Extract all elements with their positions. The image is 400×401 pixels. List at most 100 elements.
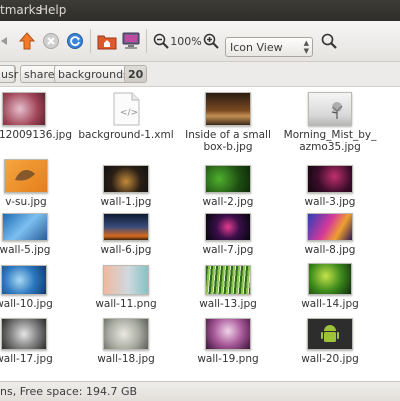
thumbnail-wall-8 [307,213,353,241]
toolbar-separator [90,29,91,53]
thumbnail-wall-1 [103,165,149,193]
thumbnail-mist-tree [308,92,352,126]
menu-help[interactable]: Help [39,3,66,17]
thumbnail-wall-10 [1,265,47,295]
file-name-line: Inside of a small [185,129,271,141]
file-item[interactable]: wall-18.jpg [78,318,174,365]
chevron-down-icon [1,37,7,45]
file-name: wall-19.png [197,353,259,365]
file-item[interactable]: wall-8.jpg [282,213,378,256]
file-name: background-1.xml [78,129,174,141]
file-item[interactable]: wall-6.jpg [78,213,174,256]
breadcrumb-usr[interactable]: usr [0,65,18,83]
file-item[interactable]: wall-19.png [180,318,276,365]
file-item[interactable]: 112009136.jpg [0,92,72,141]
home-folder-icon [97,35,117,50]
thumbnail-wall-6 [103,213,149,241]
file-name: wall-2.jpg [202,196,254,208]
thumbnail-leaves [2,92,46,126]
stop-button[interactable] [40,30,62,52]
menu-bar: tmarks Help [0,0,400,21]
file-item[interactable]: wall-10.jpg [0,265,72,310]
svg-text:</>: </> [120,108,138,118]
file-name: wall-5.jpg [0,244,51,256]
menu-bookmarks[interactable]: tmarks [0,3,42,17]
file-item[interactable]: Inside of a small box-b.jpg [180,92,276,153]
up-arrow-icon [19,32,35,50]
zoom-level[interactable]: 100% [170,30,201,52]
combo-arrows-icon: ▲ ▼ [303,39,309,55]
file-item[interactable]: wall-14.jpg [282,263,378,310]
file-name-line: box-b.jpg [203,141,253,153]
file-name: wall-3.jpg [304,196,356,208]
zoom-out-icon [153,33,169,49]
status-bar: ns, Free space: 194.7 GB [0,381,400,401]
file-item[interactable]: wall-5.jpg [0,213,73,256]
file-item[interactable]: wall-2.jpg [180,165,276,208]
home-button[interactable] [96,30,118,52]
path-bar: usr share backgrounds 20 [0,62,400,87]
file-name-line: azmo35.jpg [299,141,361,153]
file-item[interactable]: wall-11.png [78,265,174,310]
up-button[interactable] [16,30,38,52]
breadcrumb-share[interactable]: share [20,65,59,83]
xml-file-icon: </> [112,92,140,126]
file-icon-view: 112009136.jpg </> background-1.xml Insid… [0,87,400,381]
thumbnail-box [205,92,251,126]
breadcrumb-20[interactable]: 20 [124,65,148,83]
file-item[interactable]: v-su.jpg [0,159,74,208]
file-item[interactable]: wall-1.jpg [78,165,174,208]
thumbnail-wall-20 [307,318,353,350]
file-name-line: Morning_Mist_by_ [283,129,377,141]
breadcrumb-backgrounds[interactable]: backgrounds [54,65,133,83]
zoom-in-icon [203,33,219,49]
thumbnail-orange [4,159,48,193]
stop-icon [43,33,59,49]
file-item[interactable]: Morning_Mist_by_ azmo35.jpg [282,92,378,153]
thumbnail-wall-19 [205,318,251,350]
file-name: 112009136.jpg [0,129,72,141]
file-item[interactable]: wall-7.jpg [180,213,276,256]
file-name: wall-17.jpg [0,353,53,365]
reload-icon [67,33,83,49]
status-text: ns, Free space: 194.7 GB [0,385,138,398]
file-name: wall-18.jpg [97,353,155,365]
file-name: wall-1.jpg [100,196,152,208]
file-item[interactable]: wall-17.jpg [0,318,72,365]
file-name: wall-20.jpg [301,353,359,365]
file-name: wall-8.jpg [304,244,356,256]
computer-button[interactable] [120,30,142,52]
zoom-out-button[interactable] [151,30,171,52]
reload-button[interactable] [64,30,86,52]
thumbnail-wall-17 [1,318,47,350]
file-name: wall-13.jpg [199,298,257,310]
view-mode-select[interactable]: Icon View ▲ ▼ [225,37,313,57]
file-item[interactable]: wall-3.jpg [282,165,378,208]
thumbnail-wall-18 [103,318,149,350]
thumbnail-wall-7 [205,213,251,241]
file-item[interactable]: </> background-1.xml [78,92,174,141]
file-name: wall-7.jpg [202,244,254,256]
search-button[interactable] [318,30,340,52]
forward-button[interactable] [0,30,12,52]
file-item[interactable]: wall-13.jpg [180,265,276,310]
thumbnail-wall-11 [103,265,149,295]
file-name: v-su.jpg [5,196,47,208]
search-icon [321,33,337,49]
file-name: wall-10.jpg [0,298,53,310]
toolbar: 100% [0,21,400,62]
file-item[interactable]: wall-20.jpg [282,318,378,365]
file-name: wall-11.png [95,298,157,310]
computer-icon [122,32,140,49]
thumbnail-wall-14 [308,263,352,295]
file-name: wall-14.jpg [301,298,359,310]
thumbnail-wall-13 [205,265,251,295]
thumbnail-wall-3 [307,165,353,193]
zoom-in-button[interactable] [201,30,221,52]
android-icon [321,325,339,342]
file-name: wall-6.jpg [100,244,152,256]
thumbnail-wall-2 [205,165,251,193]
toolbar-separator [146,29,147,53]
view-mode-value: Icon View [230,40,283,54]
thumbnail-wall-5 [2,213,48,241]
